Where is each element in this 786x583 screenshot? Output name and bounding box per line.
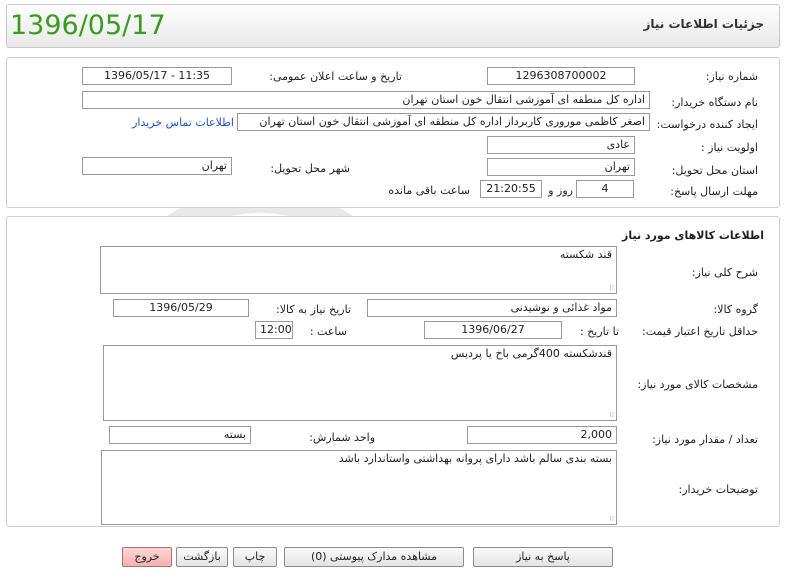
validity-hour-field: 12:00: [255, 321, 293, 339]
requester-field: اصغر کاظمی موروری کاربرداز اداره کل منطق…: [237, 113, 650, 131]
resize-grip-icon: ⁞⁞: [609, 284, 614, 292]
days-field: 4: [576, 180, 634, 198]
priority-label: اولویت نیاز :: [700, 141, 758, 154]
qty-label: تعداد / مقدار مورد نیاز:: [652, 433, 758, 446]
buyer-org-label: نام دستگاه خریدار:: [671, 96, 758, 109]
spec-textarea: قندشکسته 400گرمی باخ یا پردیس ⁞⁞: [103, 345, 617, 421]
buyer-org-field: اداره کل منطقه ای آموزشی انتقال خون استا…: [82, 91, 650, 109]
back-button[interactable]: بازگشت: [176, 547, 228, 567]
until-label: تا تاریخ :: [580, 325, 619, 338]
summary-textarea: قند شکسته ⁞⁞: [100, 246, 617, 294]
announce-label: تاریخ و ساعت اعلان عمومی:: [269, 70, 402, 83]
need-number-label: شماره نیاز:: [705, 70, 758, 83]
need-number-field: 1296308700002: [487, 67, 635, 85]
province-field: تهران: [487, 158, 635, 176]
validity-label: حداقل تاریخ اعتبار قیمت:: [642, 325, 758, 338]
unit-field: بسته: [109, 426, 251, 444]
group-field: مواد غذائی و نوشیدنی: [367, 299, 617, 317]
announce-field: 1396/05/17 - 11:35: [82, 67, 232, 85]
buyer-notes-textarea: بسته بندی سالم باشد دارای پروانه بهداشتی…: [101, 450, 617, 525]
qty-field: 2,000: [467, 426, 617, 444]
header-date: 1396/05/17: [10, 10, 166, 41]
validity-date-field: 1396/06/27: [424, 321, 562, 339]
spec-text: قندشکسته 400گرمی باخ یا پردیس: [450, 347, 612, 360]
page-title: جزئیات اطلاعات نیاز: [643, 17, 764, 31]
city-label: شهر محل تحویل:: [270, 162, 350, 175]
contact-info-link[interactable]: اطلاعات تماس خریدار: [132, 116, 234, 129]
unit-label: واحد شمارش:: [309, 431, 375, 444]
need-date-field: 1396/05/29: [113, 299, 249, 317]
province-label: استان محل تحویل:: [671, 164, 758, 177]
resize-grip-icon: ⁞⁞: [609, 411, 614, 419]
time-remaining-field: 21:20:55: [480, 180, 542, 198]
days-and-label: روز و: [548, 184, 573, 197]
deadline-label: مهلت ارسال پاسخ:: [670, 185, 758, 198]
remaining-label: ساعت باقی مانده: [388, 184, 470, 197]
city-field: تهران: [82, 157, 232, 175]
attachments-button[interactable]: مشاهده مدارک پیوستی (0): [284, 547, 464, 567]
group-label: گروه کالا:: [713, 303, 758, 316]
resize-grip-icon: ⁞⁞: [609, 515, 614, 523]
buyer-notes-label: توضیحات خریدار:: [678, 483, 759, 496]
hour-label: ساعت :: [309, 325, 347, 338]
exit-button[interactable]: خروج: [122, 547, 172, 567]
goods-section-title: اطلاعات کالاهای مورد نیاز: [622, 229, 764, 242]
spec-label: مشخصات کالای مورد نیاز:: [637, 378, 758, 391]
summary-label: شرح کلی نیاز:: [691, 266, 758, 279]
buyer-notes-text: بسته بندی سالم باشد دارای پروانه بهداشتی…: [338, 452, 612, 465]
reply-button[interactable]: پاسخ به نیاز: [473, 547, 613, 567]
priority-field: عادی: [487, 136, 635, 154]
summary-text: قند شکسته: [559, 248, 612, 261]
requester-label: ایجاد کننده درخواست:: [656, 118, 758, 131]
need-date-label: تاریخ نیاز به کالا:: [276, 303, 351, 316]
print-button[interactable]: چاپ: [233, 547, 277, 567]
